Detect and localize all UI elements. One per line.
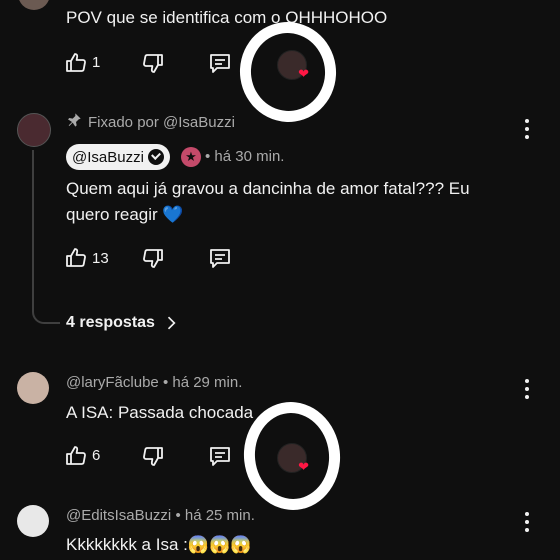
comment-time: • há 30 min. [205, 148, 285, 165]
comment-header: @laryFãclube • há 29 min. [66, 374, 242, 391]
chevron-right-icon [167, 316, 176, 330]
like-count: 13 [92, 250, 109, 267]
reply-icon[interactable] [208, 51, 232, 75]
annotation-oval [238, 397, 346, 515]
pin-icon [66, 112, 82, 128]
more-vert-icon[interactable] [517, 510, 537, 534]
dislike-icon[interactable] [141, 444, 165, 468]
reply-icon[interactable] [208, 444, 232, 468]
like-icon[interactable] [64, 246, 88, 270]
more-vert-icon[interactable] [517, 117, 537, 141]
blue-heart-emoji: 💙 [162, 205, 184, 224]
avatar[interactable] [17, 505, 49, 537]
comment-text: Quem aqui já gravou a dancinha de amor f… [66, 179, 470, 198]
verified-icon [147, 149, 164, 165]
author-chip[interactable]: @IsaBuzzi [66, 144, 170, 170]
comment-text: quero reagir 💙 [66, 205, 184, 224]
member-badge: ★ [181, 147, 201, 167]
comment-time: • há 25 min. [175, 507, 255, 524]
like-count: 6 [92, 447, 101, 464]
avatar[interactable] [18, 0, 50, 10]
author-name: @IsaBuzzi [72, 148, 144, 166]
author-name[interactable]: @EditsIsaBuzzi [66, 507, 171, 524]
dislike-icon[interactable] [141, 246, 165, 270]
comment-text: Kkkkkkkk a Isa :😱😱😱 [66, 535, 252, 554]
pinned-label: Fixado por @IsaBuzzi [88, 114, 235, 131]
annotation-oval [233, 15, 343, 129]
like-icon[interactable] [64, 51, 88, 75]
thread-line [32, 150, 60, 324]
author-name[interactable]: @laryFãclube [66, 374, 159, 391]
like-icon[interactable] [64, 444, 88, 468]
comment-text: A ISA: Passada chocada [66, 403, 254, 422]
avatar[interactable] [17, 113, 51, 147]
dislike-icon[interactable] [141, 51, 165, 75]
more-vert-icon[interactable] [517, 377, 537, 401]
avatar[interactable] [17, 372, 49, 404]
comment-time: • há 29 min. [162, 374, 243, 391]
comment-header: @EditsIsaBuzzi • há 25 min. [66, 507, 255, 524]
replies-label: 4 respostas [66, 314, 155, 331]
comment-text: POV que se identifica com o OHHHOHOO [66, 8, 388, 27]
reply-icon[interactable] [208, 246, 232, 270]
like-count: 1 [92, 54, 101, 71]
replies-toggle[interactable]: 4 respostas [66, 313, 181, 333]
